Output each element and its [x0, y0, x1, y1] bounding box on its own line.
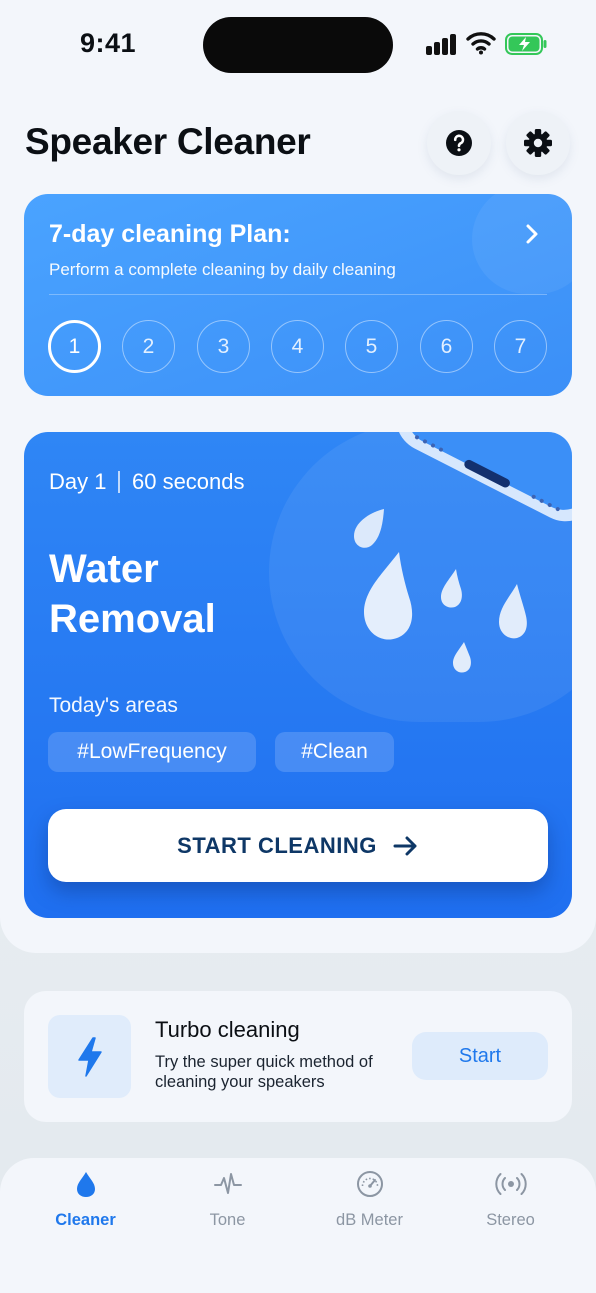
waveform-icon — [213, 1173, 242, 1194]
session-title-line1: Water — [49, 547, 159, 591]
question-icon — [446, 130, 472, 156]
status-time: 9:41 — [80, 28, 137, 58]
tab-label-tone: Tone — [209, 1211, 246, 1229]
turbo-description: Try the super quick method of cleaning y… — [155, 1053, 373, 1091]
water-drop-icon — [76, 1172, 95, 1197]
tab-db-meter[interactable]: dB Meter — [295, 1158, 444, 1248]
session-info: Day 1 60 seconds — [49, 469, 245, 495]
turbo-title: Turbo cleaning — [155, 1017, 300, 1042]
tab-bar: Cleaner Tone dB Meter Stereo — [0, 1158, 596, 1293]
day-3-circle[interactable]: 3 — [197, 320, 250, 373]
status-bar: 9:41 — [0, 0, 596, 90]
cellular-signal-icon — [426, 33, 458, 55]
session-day: Day 1 — [49, 469, 107, 494]
gauge-icon — [356, 1171, 383, 1197]
session-title: Water Removal — [49, 544, 216, 644]
plan-subtitle: Perform a complete cleaning by daily cle… — [49, 260, 396, 279]
lightning-icon — [77, 1036, 102, 1077]
page-title: Speaker Cleaner — [25, 121, 311, 162]
plan-divider — [49, 294, 547, 295]
day-5-circle[interactable]: 5 — [345, 320, 398, 373]
arrow-right-icon — [393, 836, 417, 855]
water-removal-card: Day 1 60 seconds Water Removal Today's a… — [24, 432, 572, 918]
screen: 9:41 Speaker Cleaner 7-day cleaning Plan… — [0, 0, 596, 1293]
turbo-start-button[interactable]: Start — [412, 1032, 548, 1080]
plan-title: 7-day cleaning Plan: — [49, 220, 291, 248]
cleaning-plan-card[interactable]: 7-day cleaning Plan: Perform a complete … — [24, 194, 572, 396]
tab-stereo[interactable]: Stereo — [436, 1158, 585, 1248]
session-duration: 60 seconds — [131, 469, 245, 494]
separator — [118, 471, 120, 493]
tab-cleaner[interactable]: Cleaner — [11, 1158, 160, 1248]
tab-label-cleaner: Cleaner — [55, 1211, 116, 1229]
start-cleaning-button[interactable]: START CLEANING — [48, 809, 548, 882]
help-button[interactable] — [427, 111, 491, 175]
wifi-icon — [466, 32, 496, 55]
tab-label-stereo: Stereo — [486, 1211, 535, 1229]
day-6-circle[interactable]: 6 — [420, 320, 473, 373]
day-1-circle[interactable]: 1 — [48, 320, 101, 373]
dynamic-island — [203, 17, 393, 73]
areas-label: Today's areas — [49, 694, 178, 717]
turbo-cleaning-card: Turbo cleaning Try the super quick metho… — [24, 991, 572, 1122]
turbo-icon-tile — [48, 1015, 131, 1098]
settings-button[interactable] — [506, 111, 570, 175]
broadcast-icon — [494, 1173, 527, 1195]
start-cleaning-label: START CLEANING — [177, 832, 377, 858]
tab-label-db-meter: dB Meter — [336, 1211, 403, 1229]
day-4-circle[interactable]: 4 — [271, 320, 324, 373]
tag-clean: #Clean — [275, 732, 394, 772]
battery-charging-icon — [505, 33, 547, 55]
gear-icon — [524, 129, 552, 157]
session-title-line2: Removal — [49, 597, 216, 641]
tab-tone[interactable]: Tone — [153, 1158, 302, 1248]
chevron-right-icon[interactable] — [522, 222, 542, 246]
day-2-circle[interactable]: 2 — [122, 320, 175, 373]
tag-low-frequency: #LowFrequency — [48, 732, 256, 772]
phone-water-illustration — [354, 432, 572, 673]
day-7-circle[interactable]: 7 — [494, 320, 547, 373]
